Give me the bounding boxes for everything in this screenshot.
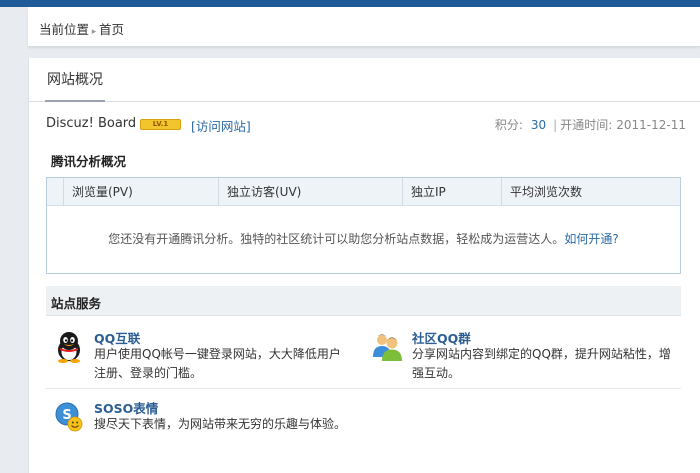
open-time-value: 2011-12-11 xyxy=(616,118,686,132)
breadcrumb-home-link[interactable]: 首页 xyxy=(99,22,124,37)
services-section-title: 站点服务 xyxy=(51,296,102,311)
breadcrumb-current-label: 当前位置 xyxy=(39,22,90,37)
soso-emoticon-icon: S xyxy=(55,402,83,432)
stats-divider: | xyxy=(553,118,558,132)
top-bar xyxy=(0,0,700,7)
qq-penguin-icon xyxy=(58,332,80,363)
level-badge-icon: LV.1 xyxy=(140,119,181,130)
page-title: 网站概况 xyxy=(45,58,105,102)
analytics-table: 浏览量(PV) 独立访客(UV) 独立IP 平均浏览次数 您还没有开通腾讯分析。… xyxy=(46,177,681,274)
column-avg-views: 平均浏览次数 xyxy=(501,178,680,206)
breadcrumb: 当前位置 ▸ 首页 xyxy=(39,19,124,38)
service-desc-soso-emoticon: 搜尽天下表情，为网站带来无穷的乐趣与体验。 xyxy=(94,417,347,431)
analytics-table-header: 浏览量(PV) 独立访客(UV) 独立IP 平均浏览次数 xyxy=(47,178,680,206)
content-panel: 网站概况 Discuz! Board LV.1 [访问网站] 积分: 30 | 开通时… xyxy=(28,58,700,473)
analytics-section-title: 腾讯分析概况 xyxy=(51,154,127,169)
service-qq-group[interactable]: 社区QQ群 分享网站内容到绑定的QQ群，提升网站粘性，增强互动。 xyxy=(372,331,672,381)
visit-site-link[interactable]: [访问网站] xyxy=(191,116,251,135)
service-desc-qq-group: 分享网站内容到绑定的QQ群，提升网站粘性，增强互动。 xyxy=(412,347,671,380)
title-row: 网站概况 xyxy=(29,58,700,102)
services-section-header: 站点服务 xyxy=(46,286,681,316)
column-pv: 浏览量(PV) xyxy=(63,178,218,206)
column-uv: 独立访客(UV) xyxy=(218,178,402,206)
breadcrumb-panel: 当前位置 ▸ 首页 xyxy=(28,7,700,47)
services-divider xyxy=(46,388,681,389)
service-soso-emoticon[interactable]: S SOSO表情 搜尽天下表情，为网站带来无穷的乐趣与体验。 xyxy=(54,401,384,441)
site-info-row: Discuz! Board LV.1 [访问网站] 积分: 30 | 开通时间: 201… xyxy=(46,115,686,135)
how-to-activate-link[interactable]: 如何开通? xyxy=(564,232,618,246)
qq-group-icon xyxy=(373,334,402,361)
site-stats: 积分: 30 | 开通时间: 2011-12-11 xyxy=(495,116,686,133)
breadcrumb-separator-icon: ▸ xyxy=(91,27,97,37)
column-ip: 独立IP xyxy=(402,178,501,206)
analytics-message-text: 您还没有开通腾讯分析。独特的社区统计可以助您分析站点数据，轻松成为运营达人。 xyxy=(108,232,565,246)
score-value[interactable]: 30 xyxy=(531,118,546,132)
service-desc-qq-connect: 用户使用QQ帐号一键登录网站，大大降低用户注册、登录的门槛。 xyxy=(94,347,341,380)
service-qq-connect[interactable]: QQ互联 用户使用QQ帐号一键登录网站，大大降低用户注册、登录的门槛。 xyxy=(54,331,344,381)
analytics-empty-message: 您还没有开通腾讯分析。独特的社区统计可以助您分析站点数据，轻松成为运营达人。如何… xyxy=(47,230,680,247)
score-label: 积分: xyxy=(494,118,523,132)
site-name: Discuz! Board xyxy=(46,116,137,131)
open-time-label: 开通时间: xyxy=(560,118,613,132)
